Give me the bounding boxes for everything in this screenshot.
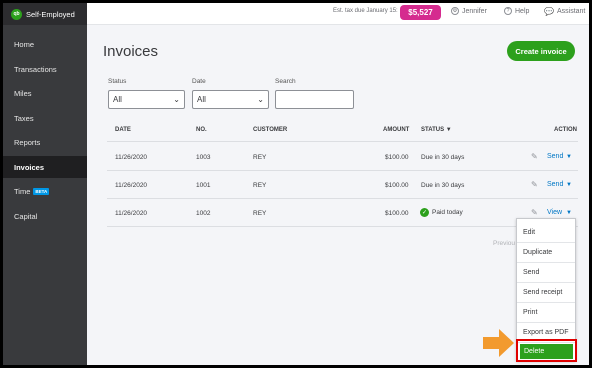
cell-status: Due in 30 days — [421, 154, 465, 161]
app-frame: qb Self-Employed Home Transactions Miles… — [3, 3, 589, 365]
sidebar-item-home[interactable]: Home — [3, 33, 87, 55]
tax-amount-badge[interactable]: $5,527 — [400, 5, 441, 20]
app-name: Self-Employed — [26, 9, 75, 19]
help-icon: ? — [504, 7, 512, 15]
chat-icon: 💬 — [544, 7, 554, 16]
cell-amount: $100.00 — [385, 154, 409, 161]
menu-item-send-receipt[interactable]: Send receipt — [517, 282, 575, 302]
view-button[interactable]: View — [547, 209, 562, 216]
date-filter-label: Date — [192, 78, 206, 85]
menu-item-duplicate[interactable]: Duplicate — [517, 242, 575, 262]
sidebar-item-taxes[interactable]: Taxes — [3, 107, 87, 129]
sidebar-item-capital[interactable]: Capital — [3, 205, 87, 227]
quickbooks-logo-icon: qb — [11, 8, 22, 20]
send-button[interactable]: Send — [547, 181, 563, 188]
top-bar: Est. tax due January 15: $5,527 ⚙ Jennif… — [87, 3, 589, 25]
menu-item-print[interactable]: Print — [517, 302, 575, 322]
chevron-down-icon[interactable]: ▼ — [566, 154, 572, 160]
status-filter-value: All — [113, 95, 122, 104]
sidebar-item-reports[interactable]: Reports — [3, 131, 87, 153]
cell-status: Due in 30 days — [421, 182, 465, 189]
status-filter-select[interactable]: All ⌄ — [108, 90, 185, 109]
cell-no: 1002 — [196, 210, 211, 217]
cell-amount: $100.00 — [385, 210, 409, 217]
column-header-date[interactable]: DATE — [115, 127, 131, 133]
cell-customer: REY — [253, 182, 267, 189]
brand[interactable]: qb Self-Employed — [3, 3, 87, 25]
page-title: Invoices — [103, 43, 159, 60]
help-label: Help — [515, 7, 530, 15]
status-filter-label: Status — [108, 78, 127, 85]
cell-no: 1001 — [196, 182, 211, 189]
divider — [107, 198, 578, 199]
sidebar-item-time[interactable]: Time BETA — [3, 180, 87, 202]
pencil-icon[interactable]: ✎ — [531, 180, 538, 189]
date-filter-value: All — [197, 95, 206, 104]
pencil-icon[interactable]: ✎ — [531, 152, 538, 161]
cell-amount: $100.00 — [385, 182, 409, 189]
cell-no: 1003 — [196, 154, 211, 161]
create-invoice-button[interactable]: Create invoice — [507, 41, 575, 61]
sidebar-item-label: Time — [14, 186, 31, 196]
column-header-customer[interactable]: CUSTOMER — [253, 127, 287, 133]
cell-status: ✓ Paid today — [420, 208, 463, 217]
column-header-no[interactable]: NO. — [196, 127, 207, 133]
send-button[interactable]: Send — [547, 153, 563, 160]
search-label: Search — [275, 78, 296, 85]
menu-item-send[interactable]: Send — [517, 262, 575, 282]
chevron-down-icon[interactable]: ▼ — [566, 210, 572, 216]
user-name: Jennifer — [462, 7, 487, 15]
help-button[interactable]: ? Help — [504, 7, 529, 15]
cell-date: 11/26/2020 — [115, 210, 148, 217]
divider — [107, 170, 578, 171]
tax-due-label: Est. tax due January 15: — [333, 8, 398, 14]
divider — [107, 141, 578, 142]
assistant-button[interactable]: 💬 Assistant — [544, 7, 585, 16]
chevron-down-icon[interactable]: ▼ — [566, 182, 572, 188]
column-header-action: ACTION — [554, 127, 577, 133]
sidebar-item-transactions[interactable]: Transactions — [3, 58, 87, 80]
checkmark-icon: ✓ — [420, 208, 429, 217]
cell-date: 11/26/2020 — [115, 154, 148, 161]
delete-highlight-box — [516, 339, 577, 362]
pencil-icon[interactable]: ✎ — [531, 208, 538, 217]
status-text: Paid today — [432, 209, 463, 217]
sidebar-item-miles[interactable]: Miles — [3, 82, 87, 104]
assistant-label: Assistant — [556, 8, 586, 15]
user-menu[interactable]: ⚙ Jennifer — [451, 7, 487, 15]
menu-item-edit[interactable]: Edit — [517, 222, 575, 242]
sidebar: qb Self-Employed Home Transactions Miles… — [3, 3, 87, 365]
cell-date: 11/26/2020 — [115, 182, 148, 189]
beta-badge: BETA — [33, 187, 50, 195]
sidebar-item-invoices[interactable]: Invoices — [3, 156, 87, 178]
cell-customer: REY — [253, 154, 267, 161]
divider — [107, 226, 578, 227]
chevron-down-icon: ⌄ — [173, 95, 180, 104]
search-input[interactable] — [275, 90, 354, 109]
column-header-amount[interactable]: AMOUNT — [383, 127, 409, 133]
column-header-status[interactable]: STATUS ▼ — [421, 127, 452, 133]
pagination-previous[interactable]: Previou — [493, 240, 515, 247]
arrow-right-icon — [483, 329, 514, 357]
cell-customer: REY — [253, 210, 267, 217]
gear-icon: ⚙ — [451, 7, 459, 15]
date-filter-select[interactable]: All ⌄ — [192, 90, 269, 109]
chevron-down-icon: ⌄ — [257, 95, 264, 104]
